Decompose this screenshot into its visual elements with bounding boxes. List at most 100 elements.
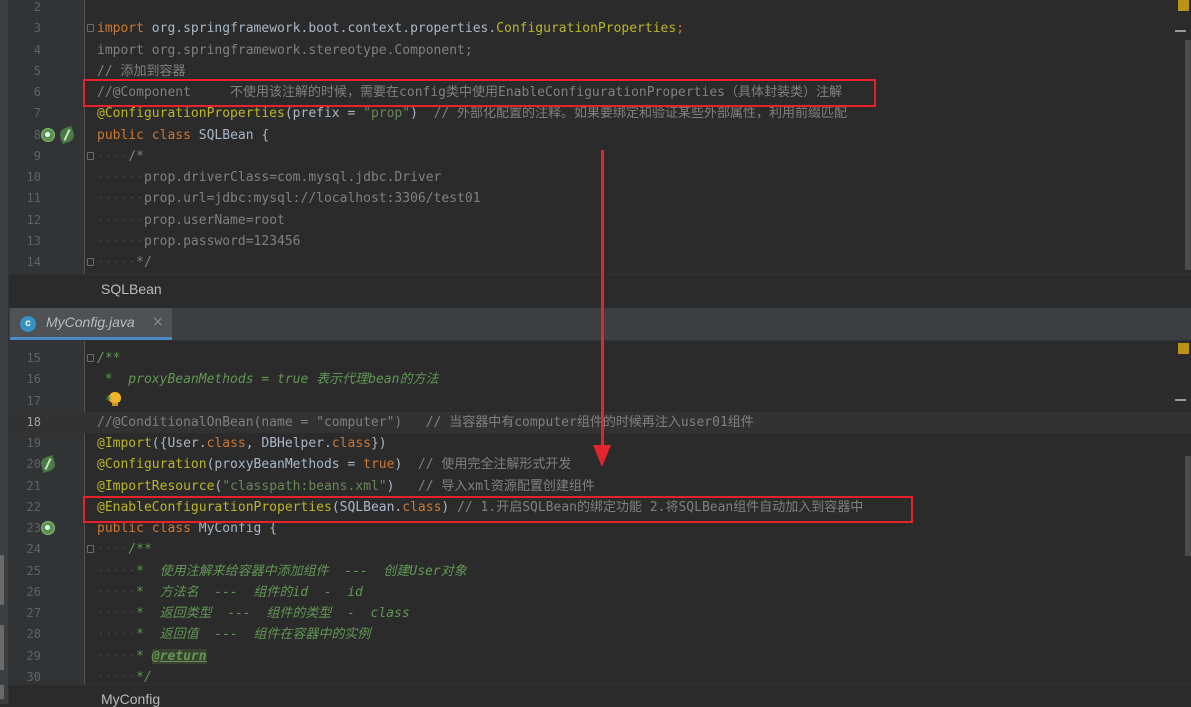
code-token: @Configuration — [97, 457, 207, 473]
code-text[interactable]: ·····* 使用注解来给容器中添加组件 --- 创建User对象 — [97, 561, 467, 582]
code-token: //@ConditionalOnBean(name = "computer") … — [97, 414, 754, 430]
code-token: prefix — [292, 106, 340, 122]
code-line[interactable]: 4 import org.springframework.stereotype.C… — [9, 40, 1191, 61]
code-token: ······ — [97, 191, 144, 207]
code-token: DBHelper. — [261, 436, 332, 451]
spring-config-icon[interactable] — [39, 455, 57, 474]
code-token: ······ — [97, 233, 144, 249]
code-line[interactable]: 9 ····/* — [9, 146, 1191, 167]
code-token: */ — [136, 669, 152, 684]
code-line[interactable]: 13 ······prop.password=123456 — [9, 231, 1191, 252]
code-text[interactable]: ·····* 方法名 --- 组件的id - id — [97, 582, 363, 603]
code-line[interactable]: 17 * — [9, 391, 1191, 412]
code-token: */ — [136, 255, 152, 270]
code-token: "prop" — [363, 106, 411, 122]
code-line[interactable]: 30 ·····*/ — [9, 667, 1191, 684]
code-token: ······ — [97, 170, 144, 185]
line-number: 19 — [26, 436, 41, 450]
code-text[interactable]: /** — [97, 348, 120, 369]
code-line[interactable]: 10 ······prop.driverClass=com.mysql.jdbc.… — [9, 167, 1191, 188]
code-token: // 使用完全注解形式开发 — [417, 457, 572, 473]
tool-window-marker[interactable] — [0, 555, 4, 605]
code-line[interactable]: 25 ·····* 使用注解来给容器中添加组件 --- 创建User对象 — [9, 561, 1191, 582]
code-line[interactable]: 18 //@ConditionalOnBean(name = "computer"… — [9, 411, 1191, 433]
breadcrumb-class-sqlbean[interactable]: SQLBean — [101, 281, 162, 297]
highlight-box-component-comment — [83, 79, 876, 107]
code-line[interactable]: 11 ······prop.url=jdbc:mysql://localhost:… — [9, 188, 1191, 209]
line-number: 25 — [26, 563, 41, 578]
line-number: 30 — [26, 669, 41, 684]
code-text[interactable]: ·····* 返回类型 --- 组件的类型 - class — [97, 603, 410, 624]
code-text[interactable]: @ImportResource("classpath:beans.xml") /… — [97, 476, 595, 497]
code-line[interactable]: 2 — [9, 0, 1191, 18]
line-number: 23 — [26, 521, 41, 535]
line-number: 10 — [26, 170, 41, 184]
code-token: * proxyBeanMethods = true 表示代理bean的方法 — [97, 372, 439, 388]
code-token: true — [363, 457, 395, 473]
code-text[interactable]: ·····*/ — [97, 667, 152, 684]
code-token: ) — [386, 478, 418, 494]
code-text[interactable]: ·····* 返回值 --- 组件在容器中的实例 — [97, 624, 370, 645]
tab-title: MyConfig.java — [46, 314, 135, 330]
code-text[interactable]: //@ConditionalOnBean(name = "computer") … — [97, 412, 754, 433]
code-line[interactable]: 15 /** — [9, 348, 1191, 369]
code-token: @Import — [97, 436, 152, 451]
code-text[interactable]: ······prop.password=123456 — [97, 231, 301, 252]
code-text[interactable]: ······prop.userName=root — [97, 210, 285, 231]
spring-bean-icon[interactable] — [41, 521, 55, 535]
fold-marker-icon[interactable] — [87, 354, 94, 362]
left-tool-strip[interactable] — [0, 0, 9, 704]
code-token: "classpath:beans.xml" — [222, 478, 387, 494]
tool-window-marker[interactable] — [0, 625, 4, 670]
code-line[interactable]: 28 ·····* 返回值 --- 组件在容器中的实例 — [9, 624, 1191, 645]
code-line[interactable]: 27 ·····* 返回类型 --- 组件的类型 - class — [9, 603, 1191, 624]
line-number: 14 — [26, 255, 41, 269]
code-line[interactable]: 14 ·····*/ — [9, 252, 1191, 273]
code-token: prop.password=123456 — [143, 233, 301, 249]
code-text[interactable]: ·····*/ — [97, 252, 152, 273]
code-text[interactable]: ····/** — [97, 539, 152, 560]
code-text[interactable]: import org.springframework.boot.context.… — [97, 18, 684, 39]
fold-marker-icon[interactable] — [87, 151, 94, 160]
code-line[interactable]: 24 ····/** — [9, 539, 1191, 560]
code-text[interactable]: ····/* — [97, 146, 144, 167]
breadcrumb-class-myconfig[interactable]: MyConfig — [101, 691, 160, 707]
code-text[interactable]: ······prop.driverClass=com.mysql.jdbc.Dr… — [97, 167, 441, 188]
spring-bean-icon[interactable] — [41, 127, 55, 142]
tool-window-marker[interactable] — [0, 685, 4, 699]
fold-marker-icon[interactable] — [87, 258, 94, 266]
code-text[interactable]: ·····* @return — [97, 646, 207, 667]
code-text[interactable]: * — [97, 391, 113, 412]
spring-leaf-icon[interactable] — [58, 125, 76, 144]
code-line[interactable]: 12 ······prop.userName=root — [9, 210, 1191, 231]
code-line[interactable]: 3 import org.springframework.boot.context… — [9, 18, 1191, 39]
close-tab-icon[interactable]: × — [152, 314, 164, 330]
line-number: 20 — [26, 457, 41, 472]
code-text[interactable]: @Import({User.class, DBHelper.class}) — [97, 433, 387, 454]
code-token: ···· — [97, 542, 129, 558]
line-number: 3 — [33, 21, 41, 36]
code-line[interactable]: 29 ·····* @return — [9, 646, 1191, 667]
code-token: ····· — [97, 648, 137, 664]
code-text[interactable]: import org.springframework.stereotype.Co… — [97, 40, 473, 61]
code-token: public — [97, 127, 152, 143]
code-line[interactable]: 26 ·····* 方法名 --- 组件的id - id — [9, 582, 1191, 603]
code-token: /* — [128, 148, 144, 164]
top-editor-pane[interactable]: 2 3 import org.springframework.boot.contex… — [9, 0, 1191, 274]
code-line[interactable]: 21 @ImportResource("classpath:beans.xml")… — [9, 476, 1191, 497]
code-text[interactable]: * proxyBeanMethods = true 表示代理bean的方法 — [97, 369, 439, 390]
code-line[interactable]: 8 public class SQLBean { — [9, 125, 1191, 146]
code-line[interactable]: 16 * proxyBeanMethods = true 表示代理bean的方法 — [9, 369, 1191, 390]
tab-myconfig-java[interactable]: c MyConfig.java × — [10, 308, 172, 340]
code-token: ; — [676, 21, 685, 37]
line-number: 26 — [26, 584, 41, 599]
code-token: ····· — [97, 627, 137, 643]
code-text[interactable]: ······prop.url=jdbc:mysql://localhost:33… — [97, 188, 481, 209]
code-token: ····· — [97, 669, 137, 684]
code-text[interactable]: @Configuration(proxyBeanMethods = true) … — [97, 454, 571, 475]
code-token: * 方法名 --- 组件的id - id — [136, 584, 363, 600]
fold-marker-icon[interactable] — [87, 545, 94, 554]
code-text[interactable]: public class SQLBean { — [97, 125, 269, 146]
code-token: /** — [97, 351, 121, 366]
fold-marker-icon[interactable] — [87, 24, 94, 33]
